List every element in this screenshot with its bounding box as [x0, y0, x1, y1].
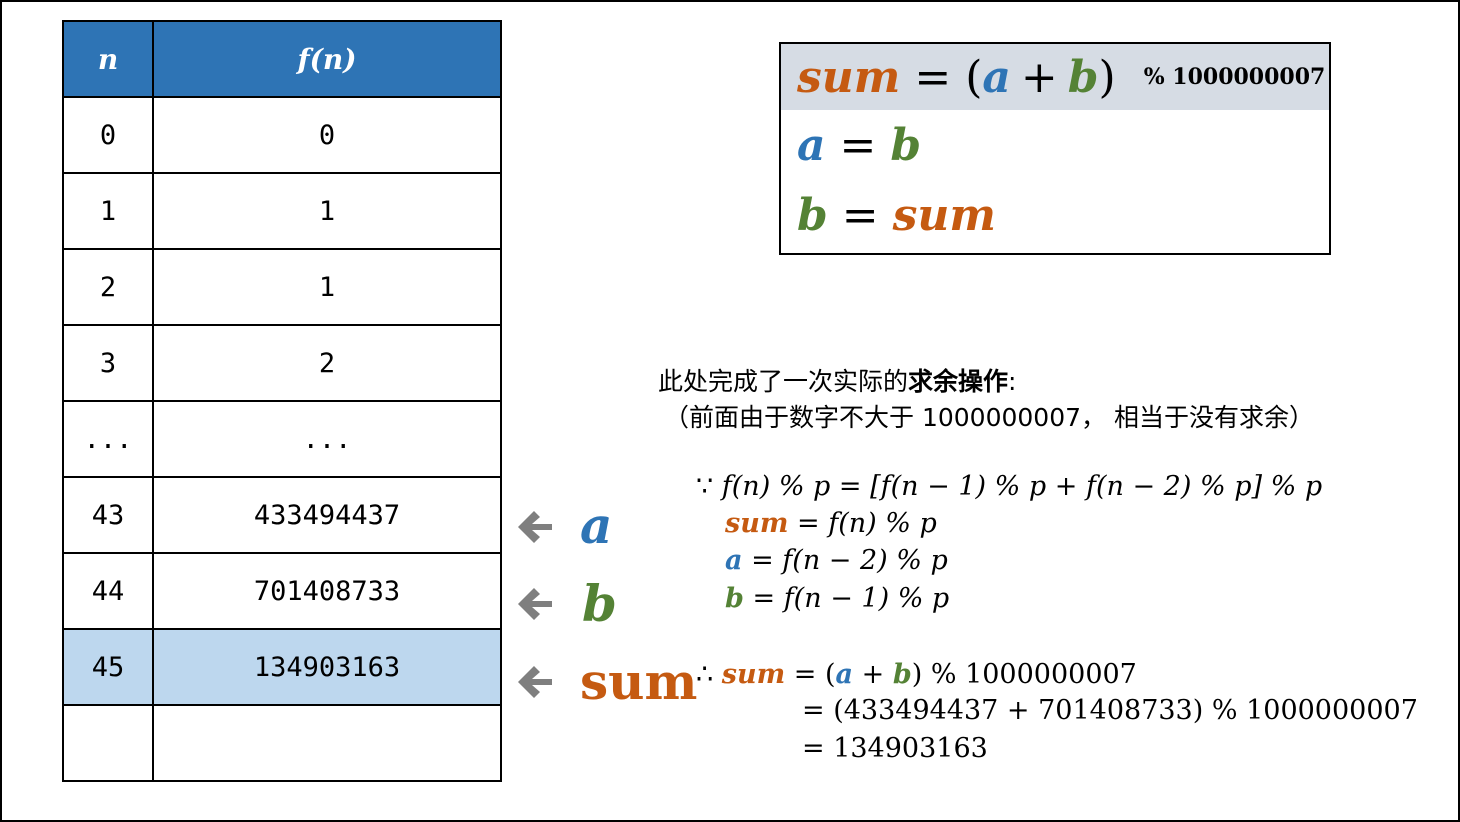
note-bold: 求余操作	[908, 367, 1009, 396]
cell-fn: 1	[152, 248, 502, 326]
res-a: a	[835, 659, 854, 690]
sum-def-rhs: = f(n) % p	[797, 508, 937, 539]
cell-fn: 0	[152, 96, 502, 174]
formula-line-a: a = b	[781, 110, 1329, 180]
derivation-b-def: b = f(n − 1) % p	[725, 583, 949, 614]
note-line-2: （前面由于数字不大于 1000000007， 相当于没有求余）	[664, 403, 1314, 432]
note-line-1: 此处完成了一次实际的求余操作:	[658, 362, 1016, 398]
derivation-sum-def: sum = f(n) % p	[725, 508, 937, 539]
note-text: 此处完成了一次实际的	[658, 367, 909, 396]
label-sum: sum	[580, 652, 698, 711]
formula-a-rhs: b	[890, 119, 922, 171]
formula-sum: sum	[797, 51, 901, 103]
derivation-a-def: a = f(n − 2) % p	[725, 545, 948, 576]
formula-rparen: )	[1098, 51, 1116, 103]
table-row: 44 701408733	[62, 552, 502, 630]
note-colon: :	[1008, 367, 1017, 396]
fib-table: n f(n) 00 11 21 32 ...... 43 433494437 44…	[62, 20, 502, 782]
cell-n: 45	[62, 628, 154, 706]
cell-fn: ...	[152, 400, 502, 478]
derivation-res2: = (433494437 + 701408733) % 1000000007	[802, 695, 1418, 726]
cell-n: 44	[62, 552, 154, 630]
table-row: 11	[62, 172, 502, 250]
cell-n: 43	[62, 476, 154, 554]
cell-n: 2	[62, 248, 154, 326]
formula-b-rhs: sum	[892, 189, 996, 241]
res-sum: sum	[721, 659, 786, 690]
res-b: b	[892, 659, 912, 690]
derivation-therefore: ∴ sum = (a + b) % 1000000007	[696, 659, 1137, 690]
b-def-lhs: b	[725, 583, 744, 614]
table-row: 21	[62, 248, 502, 326]
table-row: ......	[62, 400, 502, 478]
label-b: b	[582, 574, 617, 633]
formula-box: sum = ( a + b ) % 1000000007 a = b b = s…	[779, 42, 1331, 255]
sum-def-lhs: sum	[725, 508, 789, 539]
formula-a: a	[982, 51, 1011, 103]
derivation-res3: = 134903163	[802, 733, 988, 764]
cell-fn: 2	[152, 324, 502, 402]
formula-eq: =	[914, 51, 952, 103]
cell-fn: 433494437	[152, 476, 502, 554]
cell-n	[62, 704, 154, 782]
label-a: a	[580, 496, 613, 555]
formula-lparen: (	[965, 51, 983, 103]
cell-fn: 701408733	[152, 552, 502, 630]
because-symbol: ∵	[696, 471, 714, 502]
table-row-empty	[62, 704, 502, 782]
cell-fn	[152, 704, 502, 782]
table-row: 43 433494437	[62, 476, 502, 554]
cell-n: 1	[62, 172, 154, 250]
arrow-left-icon	[518, 511, 552, 543]
table-row: 32	[62, 324, 502, 402]
arrow-left-icon	[518, 588, 552, 620]
derivation-eq1: f(n) % p = [f(n − 1) % p + f(n − 2) % p]…	[721, 471, 1323, 502]
res-plus: +	[853, 659, 893, 690]
formula-mod: % 1000000007	[1143, 64, 1326, 90]
arrow-left-icon	[518, 666, 552, 698]
formula-a-lhs: a	[797, 119, 826, 171]
derivation-because: ∵ f(n) % p = [f(n − 1) % p + f(n − 2) % …	[696, 471, 1322, 502]
formula-line-sum: sum = ( a + b ) % 1000000007	[781, 44, 1329, 110]
header-n: n	[62, 20, 154, 98]
a-def-rhs: = f(n − 2) % p	[751, 545, 948, 576]
res-eq: = (	[793, 659, 836, 690]
therefore-symbol: ∴	[696, 659, 714, 690]
cell-n: 3	[62, 324, 154, 402]
b-def-rhs: = f(n − 1) % p	[752, 583, 950, 614]
formula-b-lhs: b	[797, 189, 828, 241]
cell-n: ...	[62, 400, 154, 478]
table-header-row: n f(n)	[62, 20, 502, 98]
formula-eq: =	[839, 119, 877, 171]
cell-fn: 134903163	[152, 628, 502, 706]
formula-line-b: b = sum	[781, 180, 1329, 250]
cell-fn: 1	[152, 172, 502, 250]
a-def-lhs: a	[725, 545, 743, 576]
res-tail: ) % 1000000007	[911, 659, 1137, 690]
table-row: 00	[62, 96, 502, 174]
table-body: 00 11 21 32 ...... 43 433494437 44 7014087…	[62, 96, 502, 782]
table-row-highlighted: 45 134903163	[62, 628, 502, 706]
header-fn: f(n)	[152, 20, 502, 98]
formula-plus: +	[1020, 51, 1058, 103]
formula-b: b	[1067, 51, 1099, 103]
formula-eq: =	[841, 189, 879, 241]
cell-n: 0	[62, 96, 154, 174]
